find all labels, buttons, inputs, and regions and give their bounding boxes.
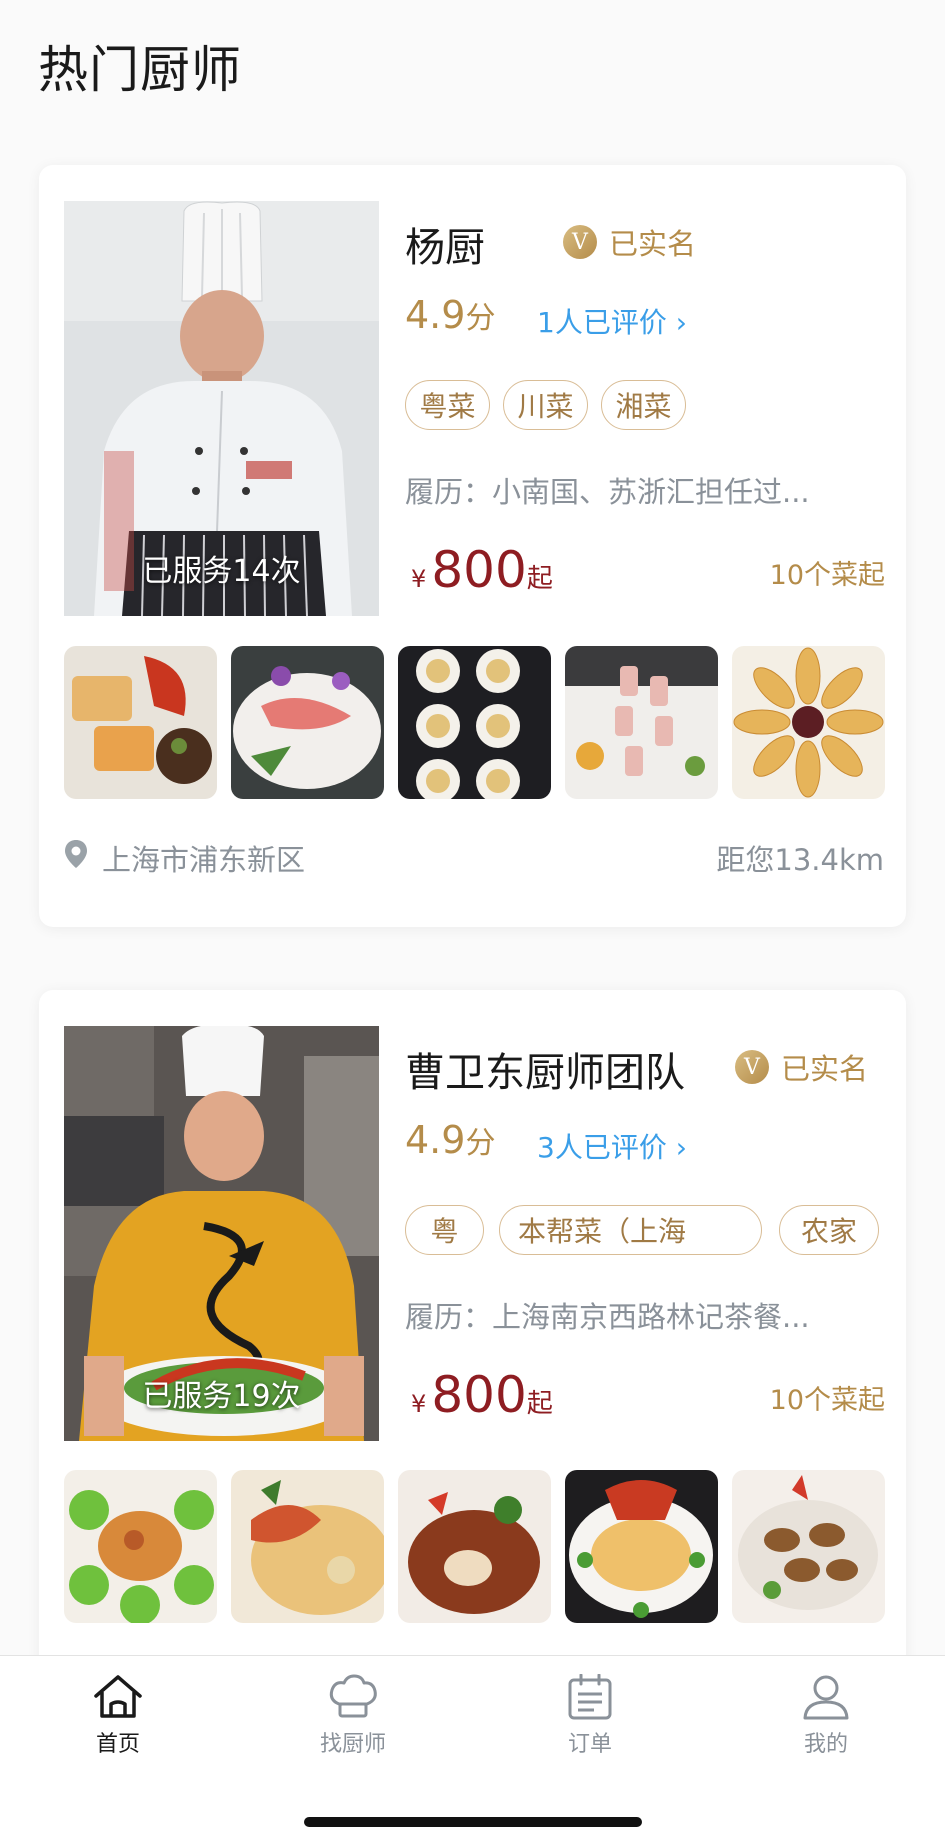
verified-v-icon: V bbox=[735, 1050, 769, 1084]
reviews-link[interactable]: 3人已评价 › bbox=[537, 1126, 687, 1166]
price-value: 800 bbox=[431, 1366, 527, 1424]
score-value: 4.9 bbox=[405, 1118, 466, 1162]
currency-symbol: ¥ bbox=[411, 1390, 427, 1418]
served-count: 已服务14次 bbox=[142, 554, 301, 589]
cuisine-tag: 湘菜 bbox=[601, 380, 686, 430]
verified-v-icon: V bbox=[563, 225, 597, 259]
dish-gallery bbox=[64, 1470, 885, 1623]
dish-photo[interactable] bbox=[398, 646, 551, 799]
cuisine-tag: 本帮菜（上海 bbox=[499, 1205, 762, 1255]
dish-image bbox=[231, 646, 384, 799]
rating-score: 4.9分 bbox=[405, 293, 495, 337]
user-icon bbox=[803, 1675, 849, 1720]
chef-card[interactable]: 已服务19次 曹卫东厨师团队 V 已实名 4.9分 3人已评价 › 粤 本帮菜（… bbox=[39, 990, 906, 1690]
dish-image bbox=[398, 646, 551, 799]
dish-photo[interactable] bbox=[732, 1470, 885, 1623]
rating-score: 4.9分 bbox=[405, 1118, 495, 1162]
dish-image bbox=[64, 646, 217, 799]
dish-photo[interactable] bbox=[231, 646, 384, 799]
location-text: 上海市浦东新区 bbox=[102, 843, 306, 877]
dish-image bbox=[565, 1470, 718, 1623]
currency-symbol: ¥ bbox=[411, 565, 427, 593]
price: ¥ 800起 bbox=[411, 541, 553, 599]
dish-photo[interactable] bbox=[64, 1470, 217, 1623]
dish-image bbox=[732, 646, 885, 799]
cuisine-tag: 川菜 bbox=[503, 380, 588, 430]
dish-photo[interactable] bbox=[231, 1470, 384, 1623]
cuisine-tags: 粤菜 川菜 湘菜 bbox=[405, 380, 885, 430]
bottom-tabbar: 首页 找厨师 订单 我的 bbox=[0, 1655, 945, 1844]
tab-orders[interactable]: 订单 bbox=[530, 1674, 650, 1774]
served-count: 已服务19次 bbox=[142, 1379, 301, 1414]
dish-photo[interactable] bbox=[732, 646, 885, 799]
dish-image bbox=[565, 646, 718, 799]
chef-card[interactable]: 已服务14次 杨厨 V 已实名 4.9分 1人已评价 › 粤菜 川菜 湘菜 履历… bbox=[39, 165, 906, 927]
verified-badge: V 已实名 bbox=[563, 221, 696, 263]
tab-orders-label: 订单 bbox=[567, 1732, 612, 1757]
chef-hat-icon bbox=[329, 1674, 377, 1718]
verified-badge: V 已实名 bbox=[735, 1046, 868, 1088]
score-value: 4.9 bbox=[405, 293, 466, 337]
dish-image bbox=[398, 1470, 551, 1623]
score-unit: 分 bbox=[465, 301, 496, 336]
cuisine-tags: 粤 本帮菜（上海 农家 bbox=[405, 1205, 885, 1255]
tab-profile[interactable]: 我的 bbox=[766, 1674, 886, 1774]
tab-find-chef-label: 找厨师 bbox=[319, 1732, 386, 1757]
price-suffix: 起 bbox=[526, 564, 553, 594]
page-title: 热门厨师 bbox=[38, 41, 242, 99]
dish-image bbox=[64, 1470, 217, 1623]
order-list-icon bbox=[568, 1674, 612, 1720]
score-unit: 分 bbox=[465, 1126, 496, 1161]
chef-name: 杨厨 bbox=[405, 225, 485, 271]
cuisine-tag: 粤 bbox=[405, 1205, 484, 1255]
dish-image bbox=[231, 1470, 384, 1623]
min-dishes: 10个菜起 bbox=[769, 1385, 885, 1416]
price-value: 800 bbox=[431, 541, 527, 599]
dish-photo[interactable] bbox=[398, 1470, 551, 1623]
home-icon bbox=[94, 1675, 142, 1718]
tab-home[interactable]: 首页 bbox=[58, 1674, 178, 1774]
chef-resume: 履历：小南国、苏浙汇担任过... bbox=[405, 475, 810, 509]
page: 热门厨师 已服务14次 杨厨 V 已实名 4.9分 1人已评价 › 粤菜 川菜 … bbox=[0, 0, 945, 1844]
tab-find-chef[interactable]: 找厨师 bbox=[293, 1674, 413, 1774]
price: ¥ 800起 bbox=[411, 1366, 553, 1424]
chef-name: 曹卫东厨师团队 bbox=[405, 1050, 685, 1096]
chef-resume: 履历：上海南京西路林记茶餐... bbox=[405, 1300, 810, 1334]
chef-portrait[interactable]: 已服务19次 bbox=[64, 1026, 379, 1441]
tab-home-label: 首页 bbox=[95, 1732, 140, 1757]
location-pin-icon bbox=[65, 840, 87, 868]
cuisine-tag: 粤菜 bbox=[405, 380, 490, 430]
tab-profile-label: 我的 bbox=[803, 1732, 848, 1757]
distance-text: 距您13.4km bbox=[716, 843, 884, 877]
min-dishes: 10个菜起 bbox=[769, 560, 885, 591]
dish-photo[interactable] bbox=[565, 646, 718, 799]
cuisine-tag: 农家 bbox=[779, 1205, 879, 1255]
verified-label: 已实名 bbox=[609, 227, 697, 261]
dish-image bbox=[732, 1470, 885, 1623]
location-row: 上海市浦东新区 距您13.4km bbox=[64, 837, 884, 877]
reviews-link[interactable]: 1人已评价 › bbox=[537, 301, 687, 341]
verified-label: 已实名 bbox=[781, 1052, 869, 1086]
dish-gallery bbox=[64, 646, 885, 799]
price-suffix: 起 bbox=[526, 1389, 553, 1419]
home-indicator bbox=[304, 1817, 642, 1827]
dish-photo[interactable] bbox=[565, 1470, 718, 1623]
chef-portrait[interactable]: 已服务14次 bbox=[64, 201, 379, 616]
dish-photo[interactable] bbox=[64, 646, 217, 799]
